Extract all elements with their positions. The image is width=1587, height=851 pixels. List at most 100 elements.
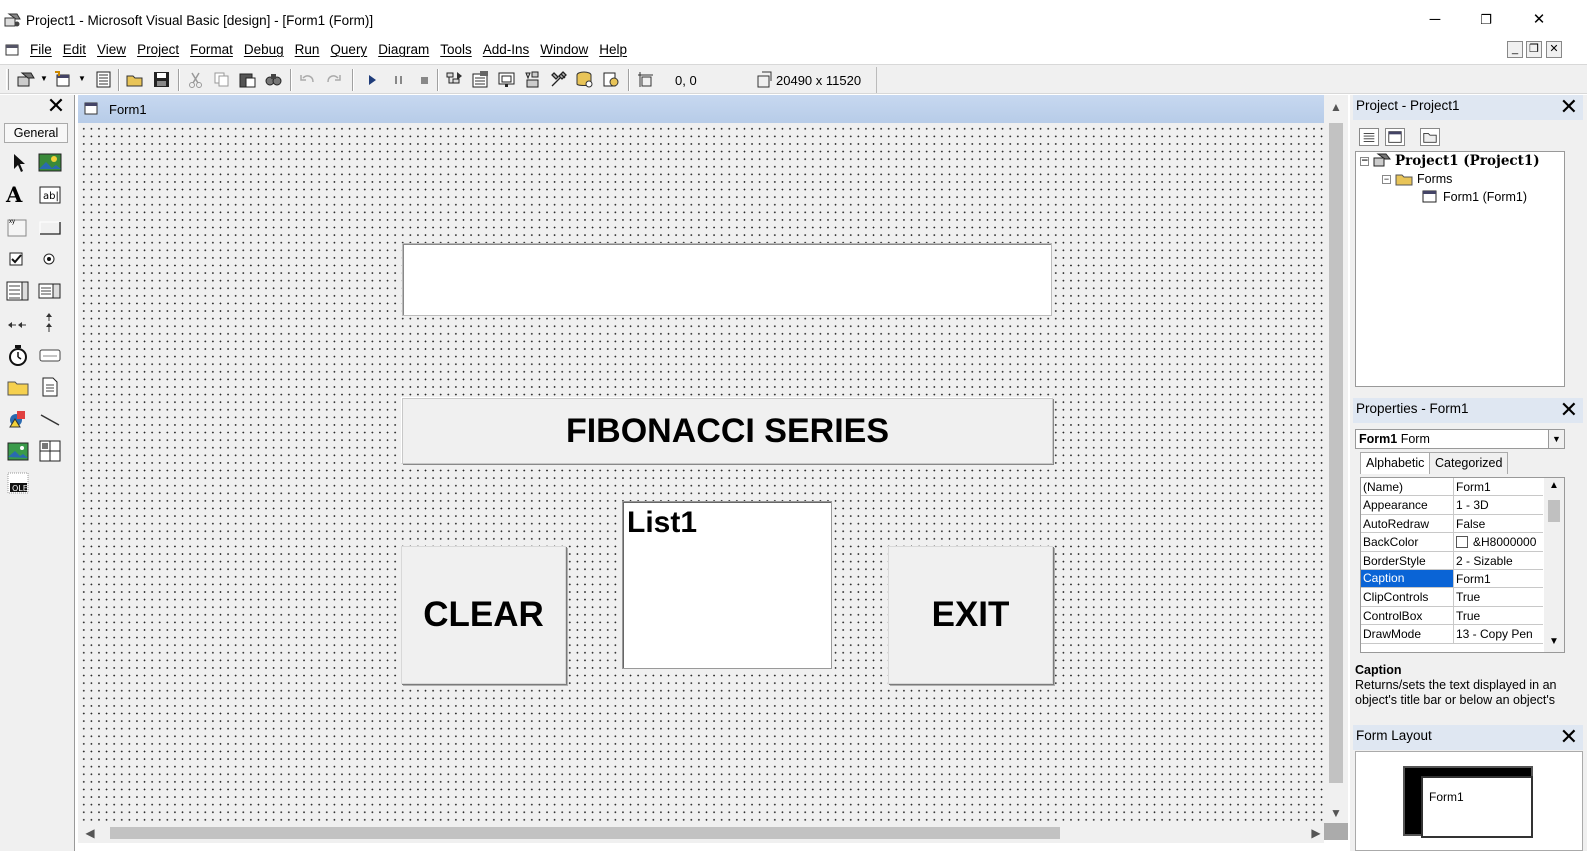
commandbutton-tool-icon[interactable] xyxy=(38,215,62,239)
scroll-left-arrow-icon[interactable]: ◀ xyxy=(80,823,100,843)
data-view-icon[interactable] xyxy=(575,70,594,89)
form-layout-icon[interactable] xyxy=(497,70,516,89)
menu-editor-icon[interactable] xyxy=(94,70,113,89)
property-value[interactable]: 1 - 3D xyxy=(1456,498,1544,512)
chevron-down-icon[interactable]: ▼ xyxy=(1548,430,1564,448)
fibonacci-series-label[interactable]: FIBONACCI SERIES xyxy=(402,398,1053,464)
menu-query[interactable]: Query xyxy=(330,42,367,57)
undo-icon[interactable] xyxy=(298,70,317,89)
chevron-down-icon[interactable]: ▼ xyxy=(1549,636,1559,647)
vscrollbar-tool-icon[interactable] xyxy=(38,311,62,335)
textbox-tool-icon[interactable]: ab| xyxy=(38,183,62,207)
combobox-tool-icon[interactable] xyxy=(6,279,30,303)
timer-tool-icon[interactable] xyxy=(6,343,30,367)
save-icon[interactable] xyxy=(152,70,171,89)
scroll-down-arrow-icon[interactable]: ▼ xyxy=(1324,803,1348,823)
add-project-icon[interactable] xyxy=(16,70,35,89)
property-row[interactable]: AutoRedraw False xyxy=(1361,514,1544,534)
hscrollbar-tool-icon[interactable] xyxy=(6,311,30,335)
property-row[interactable]: (Name) Form1 xyxy=(1361,478,1543,497)
mdi-minimize-button[interactable]: _ xyxy=(1507,41,1523,58)
tree-item-forms[interactable]: − Forms xyxy=(1382,172,1452,186)
toolbar-grip[interactable] xyxy=(6,69,9,90)
property-row[interactable]: ControlBox True xyxy=(1361,606,1544,626)
menu-window[interactable]: Window xyxy=(540,42,588,57)
dropdown-arrow-icon[interactable]: ▼ xyxy=(78,74,86,83)
property-value[interactable]: 13 - Copy Pen xyxy=(1456,627,1544,641)
properties-panel-close-button[interactable]: ✕ xyxy=(1560,399,1578,421)
property-row-selected[interactable]: Caption Form1 xyxy=(1361,570,1544,589)
frame-tool-icon[interactable]: xy xyxy=(6,215,30,239)
form-document-icon[interactable] xyxy=(5,43,19,56)
checkbox-tool-icon[interactable] xyxy=(6,247,30,271)
scroll-right-arrow-icon[interactable]: ▶ xyxy=(1306,823,1326,843)
property-scrollbar[interactable]: ▲ ▼ xyxy=(1544,478,1564,652)
view-object-icon[interactable] xyxy=(1385,128,1405,146)
designer-vertical-scrollbar[interactable]: ▲ ▼ xyxy=(1324,95,1348,823)
project-explorer-icon[interactable] xyxy=(445,70,464,89)
menu-diagram[interactable]: Diagram xyxy=(378,42,429,57)
toolbox-close-button[interactable]: ✕ xyxy=(45,95,67,117)
property-value[interactable]: True xyxy=(1456,590,1544,604)
start-icon[interactable] xyxy=(363,70,382,89)
object-browser-icon[interactable] xyxy=(523,70,542,89)
chevron-up-icon[interactable]: ▲ xyxy=(1549,480,1559,491)
scroll-thumb[interactable] xyxy=(1548,500,1560,522)
properties-window-icon[interactable] xyxy=(471,70,490,89)
add-form-icon[interactable] xyxy=(54,70,73,89)
menu-help[interactable]: Help xyxy=(599,42,627,57)
menu-run[interactable]: Run xyxy=(295,42,320,57)
listbox-control[interactable]: List1 xyxy=(622,501,832,669)
menu-edit[interactable]: Edit xyxy=(63,42,86,57)
tree-item-project1[interactable]: − Project1 (Project1) xyxy=(1360,153,1540,169)
dropdown-arrow-icon[interactable]: ▼ xyxy=(40,74,48,83)
tree-item-form1[interactable]: Form1 (Form1) xyxy=(1422,190,1527,204)
menu-debug[interactable]: Debug xyxy=(244,42,284,57)
tab-categorized[interactable]: Categorized xyxy=(1429,452,1509,474)
property-value[interactable]: True xyxy=(1456,609,1544,623)
listbox-tool-icon[interactable] xyxy=(38,279,62,303)
property-value[interactable]: False xyxy=(1456,517,1544,531)
scroll-thumb[interactable] xyxy=(1329,123,1343,783)
close-button[interactable]: ✕ xyxy=(1524,8,1554,32)
ole-tool-icon[interactable]: OLE xyxy=(6,471,30,495)
picturebox-tool-icon[interactable] xyxy=(38,151,62,175)
property-value[interactable]: Form1 xyxy=(1456,572,1544,586)
project-panel-close-button[interactable]: ✕ xyxy=(1560,96,1578,118)
dirlistbox-tool-icon[interactable] xyxy=(6,375,30,399)
end-icon[interactable] xyxy=(415,70,434,89)
data-tool-icon[interactable] xyxy=(38,439,62,463)
property-row[interactable]: DrawMode 13 - Copy Pen xyxy=(1361,625,1544,644)
break-icon[interactable] xyxy=(389,70,408,89)
tab-alphabetic[interactable]: Alphabetic xyxy=(1360,452,1431,474)
object-selector[interactable]: Form1 Form ▼ xyxy=(1355,429,1565,449)
exit-button[interactable]: EXIT xyxy=(888,546,1053,684)
form-layout-panel-close-button[interactable]: ✕ xyxy=(1560,726,1578,748)
toolbox-tab-general[interactable]: General xyxy=(4,123,68,143)
scroll-up-arrow-icon[interactable]: ▲ xyxy=(1324,97,1348,117)
menu-view[interactable]: View xyxy=(97,42,126,57)
redo-icon[interactable] xyxy=(324,70,343,89)
collapse-icon[interactable]: − xyxy=(1382,175,1391,185)
view-code-icon[interactable] xyxy=(1359,128,1379,146)
property-row[interactable]: BackColor &H8000000 xyxy=(1361,533,1543,552)
restore-button[interactable]: ❐ xyxy=(1471,8,1501,32)
cut-icon[interactable] xyxy=(186,70,205,89)
clear-button[interactable]: CLEAR xyxy=(401,546,566,684)
pointer-tool-icon[interactable] xyxy=(6,151,30,175)
copy-icon[interactable] xyxy=(212,70,231,89)
line-tool-icon[interactable] xyxy=(38,407,62,431)
designer-horizontal-scrollbar[interactable]: ◀ ▶ xyxy=(78,823,1324,843)
paste-icon[interactable] xyxy=(238,70,257,89)
drivelistbox-tool-icon[interactable] xyxy=(38,343,62,367)
shape-tool-icon[interactable] xyxy=(6,407,30,431)
property-row[interactable]: Appearance 1 - 3D xyxy=(1361,496,1544,515)
menu-project[interactable]: Project xyxy=(137,42,179,57)
image-tool-icon[interactable] xyxy=(6,439,30,463)
menu-format[interactable]: Format xyxy=(190,42,233,57)
textbox-control[interactable] xyxy=(402,243,1052,316)
menu-tools[interactable]: Tools xyxy=(440,42,472,57)
component-manager-icon[interactable] xyxy=(601,70,620,89)
toolbox-icon[interactable] xyxy=(549,70,568,89)
find-icon[interactable] xyxy=(264,70,283,89)
